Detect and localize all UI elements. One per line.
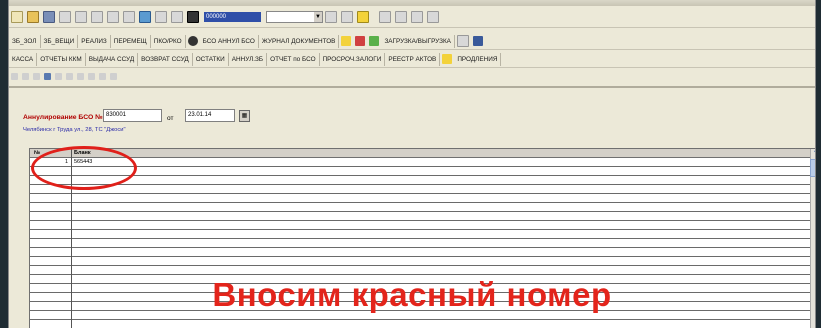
table-row[interactable]: [30, 167, 815, 176]
back-icon[interactable]: [155, 11, 167, 23]
nav-icon[interactable]: [427, 11, 439, 23]
table-row[interactable]: [30, 230, 815, 239]
btn-acts-register[interactable]: РЕЕСТР АКТОВ: [385, 52, 441, 66]
btn-annul-zb[interactable]: АННУЛ.ЗБ: [229, 52, 268, 66]
tools-icon[interactable]: [355, 36, 366, 46]
btn-bso-report[interactable]: ОТЧЕТ по БСО: [267, 52, 320, 66]
annul-form: Аннулирование БСО № 830001 от 23.01.14 ▦…: [9, 103, 815, 143]
from-label: от: [167, 115, 174, 122]
btn-load-unload[interactable]: ЗАГРУЗКА/ВЫГРУЗКА: [381, 34, 455, 48]
toolbar-separator: [9, 49, 815, 50]
btn-zb-zol[interactable]: ЗБ_ЗОЛ: [9, 34, 41, 48]
search-input[interactable]: 000000: [204, 12, 261, 22]
refresh-record-icon[interactable]: [110, 72, 117, 80]
btn-kassa[interactable]: КАССА: [9, 52, 38, 66]
chevron-down-icon: ▼: [314, 12, 322, 22]
refresh-icon[interactable]: [139, 11, 151, 23]
filter-icon[interactable]: [341, 11, 353, 23]
help-icon[interactable]: [357, 11, 369, 23]
table-row[interactable]: [30, 194, 815, 203]
bso-number-input[interactable]: 830001: [103, 109, 162, 122]
help-icon[interactable]: [341, 36, 352, 46]
first-record-icon[interactable]: [11, 72, 18, 80]
list-icon[interactable]: [395, 11, 407, 23]
bso-icon: [187, 36, 198, 46]
caption-text: Вносим красный номер: [212, 276, 612, 313]
table-row[interactable]: [30, 221, 815, 230]
next-record-icon[interactable]: [33, 72, 40, 80]
toolbar-records: [9, 70, 815, 82]
calendar-icon[interactable]: ▦: [239, 110, 250, 122]
scroll-thumb[interactable]: [810, 159, 815, 177]
table-row[interactable]: [30, 212, 815, 221]
open-icon[interactable]: [27, 11, 39, 23]
chevron-up-icon[interactable]: ^: [812, 150, 815, 157]
btn-journal[interactable]: ЖУРНАЛ ДОКУМЕНТОВ: [259, 34, 340, 48]
app-window: 000000 ▼ ЗБ_ЗОЛ ЗБ_ВЕЩИ РЕАЛИЗ ПЕРЕМЕЩ П…: [9, 0, 815, 328]
toolbar-modules: ЗБ_ЗОЛ ЗБ_ВЕЩИ РЕАЛИЗ ПЕРЕМЕЩ ПКО/РКО БС…: [9, 34, 815, 48]
toolbar-main: 000000 ▼: [9, 8, 815, 26]
highlight-ellipse: [31, 146, 137, 190]
table-row[interactable]: [30, 176, 815, 185]
btn-loan-return[interactable]: ВОЗВРАТ ССУД: [138, 52, 193, 66]
toolbar-separator: [9, 67, 815, 68]
extend-icon: [442, 54, 453, 64]
grid-icon[interactable]: [379, 11, 391, 23]
form-label: Аннулирование БСО №: [23, 114, 103, 121]
date-input[interactable]: 23.01.14: [185, 109, 235, 122]
table-row[interactable]: [30, 320, 815, 328]
btn-kkm-reports[interactable]: ОТЧЕТЫ ККМ: [37, 52, 86, 66]
table-row[interactable]: 1 565443: [30, 158, 815, 167]
export-icon[interactable]: [369, 36, 380, 46]
grid-icon[interactable]: [456, 35, 469, 47]
last-record-icon[interactable]: [44, 72, 51, 80]
location-text: Челябинск г Труда ул., 28, ТС "Джоси": [23, 127, 126, 133]
btn-peremeshch[interactable]: ПЕРЕМЕЩ: [111, 34, 151, 48]
btn-bso-annul[interactable]: БСО АННУЛ БСО: [200, 34, 259, 48]
window-icon[interactable]: [472, 36, 483, 46]
title-bar: [9, 0, 815, 6]
grid-header: № Бланк: [30, 149, 815, 158]
toolbar-separator: [9, 86, 815, 88]
btn-extensions[interactable]: ПРОДЛЕНИЯ: [454, 52, 502, 66]
btn-zb-veshchi[interactable]: ЗБ_ВЕЩИ: [41, 34, 79, 48]
post-record-icon[interactable]: [88, 72, 95, 80]
sort-icon[interactable]: [325, 11, 337, 23]
cut-icon[interactable]: [59, 11, 71, 23]
copy-icon[interactable]: [75, 11, 87, 23]
add-record-icon[interactable]: [55, 72, 62, 80]
toolbar-operations: КАССА ОТЧЕТЫ ККМ ВЫДАЧА ССУД ВОЗВРАТ ССУ…: [9, 52, 815, 66]
btn-loan-issue[interactable]: ВЫДАЧА ССУД: [86, 52, 139, 66]
forward-icon[interactable]: [171, 11, 183, 23]
filter-combo[interactable]: ▼: [266, 11, 323, 23]
save-icon[interactable]: [43, 11, 55, 23]
btn-realiz[interactable]: РЕАЛИЗ: [78, 34, 111, 48]
btn-pko-rko[interactable]: ПКО/РКО: [151, 34, 186, 48]
print-icon[interactable]: [107, 11, 119, 23]
table-row[interactable]: [30, 203, 815, 212]
new-icon[interactable]: [11, 11, 23, 23]
prev-record-icon[interactable]: [22, 72, 29, 80]
table-row[interactable]: [30, 239, 815, 248]
btn-overdue[interactable]: ПРОСРОЧ.ЗАЛОГИ: [320, 52, 386, 66]
edit-record-icon[interactable]: [77, 72, 84, 80]
table-row[interactable]: [30, 266, 815, 275]
btn-balances[interactable]: ОСТАТКИ: [193, 52, 229, 66]
table-row[interactable]: [30, 185, 815, 194]
table-row[interactable]: [30, 248, 815, 257]
toolbar-separator: [9, 27, 815, 28]
paste-icon[interactable]: [91, 11, 103, 23]
cancel-record-icon[interactable]: [99, 72, 106, 80]
table-row[interactable]: [30, 257, 815, 266]
find-icon[interactable]: [187, 11, 199, 23]
delete-record-icon[interactable]: [66, 72, 73, 80]
preview-icon[interactable]: [123, 11, 135, 23]
lock-icon[interactable]: [411, 11, 423, 23]
